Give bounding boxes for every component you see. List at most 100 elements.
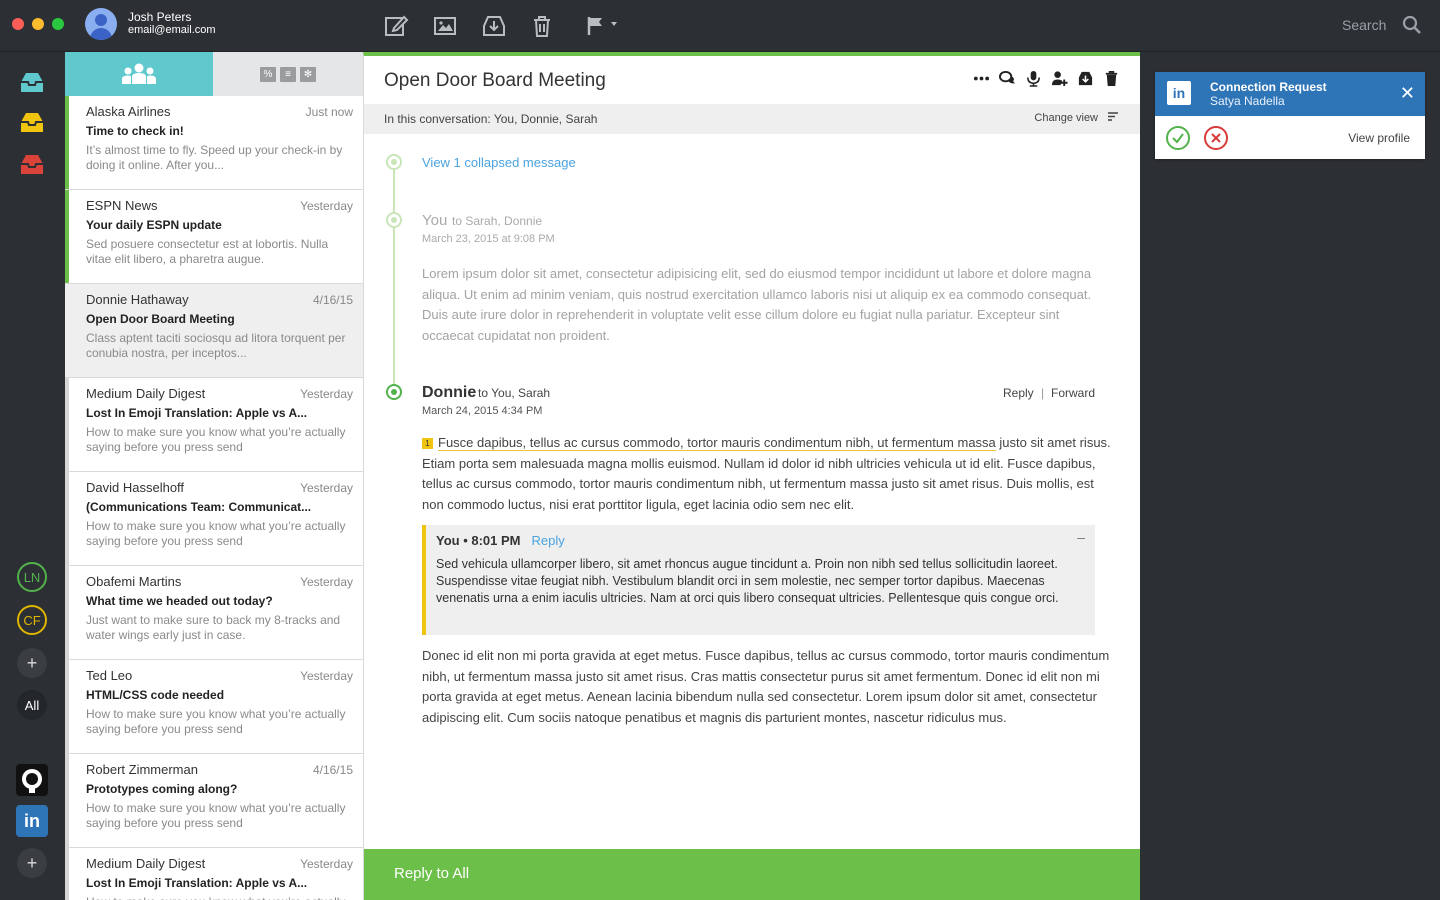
- filter-promotions[interactable]: %: [260, 66, 276, 82]
- add-person-icon[interactable]: [1051, 70, 1068, 87]
- window-close-button[interactable]: [12, 18, 24, 30]
- x-icon: [1211, 133, 1221, 143]
- inline-reply: You • 8:01 PM Reply – Sed vehicula ullamc…: [422, 525, 1095, 635]
- conversation-title: Open Door Board Meeting: [384, 70, 606, 91]
- message-date: Yesterday: [300, 669, 353, 683]
- list-item[interactable]: Medium Daily Digest Yesterday Lost In Emoj…: [65, 378, 363, 472]
- all-accounts-button[interactable]: All: [17, 690, 47, 720]
- filter-other[interactable]: ✻: [300, 66, 316, 82]
- inbox-red-icon[interactable]: [18, 150, 46, 178]
- linkedin-app-button[interactable]: in: [16, 805, 48, 837]
- delete-conversation-icon[interactable]: [1103, 70, 1120, 87]
- people-icon: [122, 63, 156, 84]
- github-app-button[interactable]: [16, 764, 48, 796]
- search-icon[interactable]: [1402, 15, 1422, 35]
- forward-button[interactable]: Forward: [1051, 386, 1095, 400]
- message-subject: Lost In Emoji Translation: Apple vs A...: [86, 406, 308, 420]
- archive-icon[interactable]: [481, 13, 507, 39]
- timeline-line: [393, 160, 395, 390]
- message-2-recipients: to You, Sarah: [478, 386, 551, 400]
- avatar[interactable]: [85, 8, 117, 40]
- participants-label: In this conversation: You, Donnie, Sarah: [384, 112, 598, 126]
- compose-icon[interactable]: [383, 13, 409, 39]
- list-item[interactable]: David Hasselhoff Yesterday (Communications…: [65, 472, 363, 566]
- inbox-teal-icon[interactable]: [18, 68, 46, 96]
- message-2-body-top: 1 Fusce dapibus, tellus ac cursus commodo…: [422, 433, 1112, 515]
- message-1-recipients: to Sarah, Donnie: [452, 214, 543, 228]
- message-2-date: March 24, 2015 4:34 PM: [422, 405, 543, 417]
- inline-reply-header: You • 8:01 PM Reply: [436, 533, 1081, 548]
- reply-all-button[interactable]: Reply to All: [364, 849, 1140, 900]
- message-date: Yesterday: [300, 481, 353, 495]
- more-icon[interactable]: [973, 70, 990, 87]
- list-item[interactable]: Robert Zimmerman 4/16/15 Prototypes coming…: [65, 754, 363, 848]
- add-account-button[interactable]: +: [17, 648, 47, 678]
- list-item[interactable]: Medium Daily Digest Yesterday Lost In Emoj…: [65, 848, 363, 900]
- inline-reply-button[interactable]: Reply: [532, 533, 565, 548]
- message-date: Just now: [305, 105, 353, 119]
- decline-button[interactable]: [1204, 126, 1228, 150]
- list-item[interactable]: Ted Leo Yesterday HTML/CSS code needed How …: [65, 660, 363, 754]
- message-subject: Open Door Board Meeting: [86, 312, 235, 326]
- inline-reply-body: Sed vehicula ullamcorper libero, sit ame…: [436, 557, 1059, 605]
- message-subject: (Communications Team: Communicat...: [86, 500, 312, 514]
- message-2-sender: Donnie: [422, 384, 477, 401]
- message-preview: How to make sure you know what you’re ac…: [86, 895, 353, 900]
- message-subject: HTML/CSS code needed: [86, 688, 225, 702]
- view-profile-link[interactable]: View profile: [1348, 131, 1410, 145]
- collapse-reply-button[interactable]: –: [1077, 529, 1085, 545]
- account-cf[interactable]: CF: [17, 605, 47, 635]
- flag-icon[interactable]: [585, 13, 621, 39]
- window-maximize-button[interactable]: [52, 18, 64, 30]
- notification-header: in Connection Request Satya Nadella ✕: [1155, 72, 1425, 116]
- archive-conversation-icon[interactable]: [1077, 70, 1094, 87]
- connection-request-card: in Connection Request Satya Nadella ✕ Vi…: [1155, 72, 1425, 159]
- close-icon[interactable]: ✕: [1400, 83, 1415, 103]
- message-2-body-bottom: Donec id elit non mi porta gravida at eg…: [422, 648, 1110, 725]
- message-preview: How to make sure you know what you’re ac…: [86, 425, 346, 454]
- notification-subtitle: Satya Nadella: [1210, 94, 1285, 108]
- change-view-button[interactable]: Change view: [1034, 112, 1098, 124]
- search-input[interactable]: Search: [1342, 17, 1386, 33]
- message-subject: What time we headed out today?: [86, 594, 273, 608]
- account-ln[interactable]: LN: [17, 562, 47, 592]
- message-1-date: March 23, 2015 at 9:08 PM: [422, 233, 555, 245]
- view-collapsed-link[interactable]: View 1 collapsed message: [422, 155, 576, 170]
- add-app-button[interactable]: +: [17, 848, 47, 878]
- avatar-body: [90, 28, 112, 40]
- reply-button[interactable]: Reply: [1003, 386, 1034, 400]
- list-item[interactable]: Donnie Hathaway 4/16/15 Open Door Board Me…: [65, 284, 363, 378]
- list-item[interactable]: Obafemi Martins Yesterday What time we hea…: [65, 566, 363, 660]
- message-preview: Just want to make sure to back my 8-trac…: [86, 613, 341, 642]
- tab-people[interactable]: [65, 52, 213, 96]
- note-badge[interactable]: 1: [422, 438, 433, 449]
- message-date: 4/16/15: [312, 293, 353, 307]
- trash-icon[interactable]: [529, 13, 555, 39]
- avatar-head: [95, 14, 107, 26]
- inbox-yellow-icon[interactable]: [18, 108, 46, 136]
- microphone-icon[interactable]: [1025, 70, 1042, 87]
- attachments-icon[interactable]: [432, 13, 458, 39]
- message-subject: Prototypes coming along?: [86, 782, 238, 796]
- reply-all-label: Reply to All: [394, 865, 470, 882]
- message-subject: Lost In Emoji Translation: Apple vs A...: [86, 876, 308, 890]
- message-preview: How to make sure you know what you’re ac…: [86, 707, 346, 736]
- filter-newsletters[interactable]: ≡: [280, 66, 296, 82]
- list-item[interactable]: ESPN News Yesterday Your daily ESPN update…: [65, 190, 363, 284]
- github-icon: [22, 769, 42, 793]
- notification-title: Connection Request: [1210, 80, 1327, 94]
- highlighted-text[interactable]: Fusce dapibus, tellus ac cursus commodo,…: [438, 435, 996, 451]
- message-date: Yesterday: [300, 387, 353, 401]
- window-minimize-button[interactable]: [32, 18, 44, 30]
- list-item[interactable]: Alaska Airlines Just now Time to check in!…: [65, 96, 363, 190]
- message-subject: Your daily ESPN update: [86, 218, 222, 232]
- message-preview: How to make sure you know what you’re ac…: [86, 519, 346, 548]
- chat-icon[interactable]: [999, 70, 1016, 87]
- message-preview: It’s almost time to fly. Speed up your c…: [86, 143, 343, 172]
- timeline-dot-collapsed: [386, 154, 402, 170]
- chevron-down-icon: [611, 22, 617, 26]
- account-rail: LN CF + All in +: [0, 52, 65, 900]
- message-date: Yesterday: [300, 575, 353, 589]
- sort-icon[interactable]: [1108, 112, 1118, 122]
- accept-button[interactable]: [1166, 126, 1190, 150]
